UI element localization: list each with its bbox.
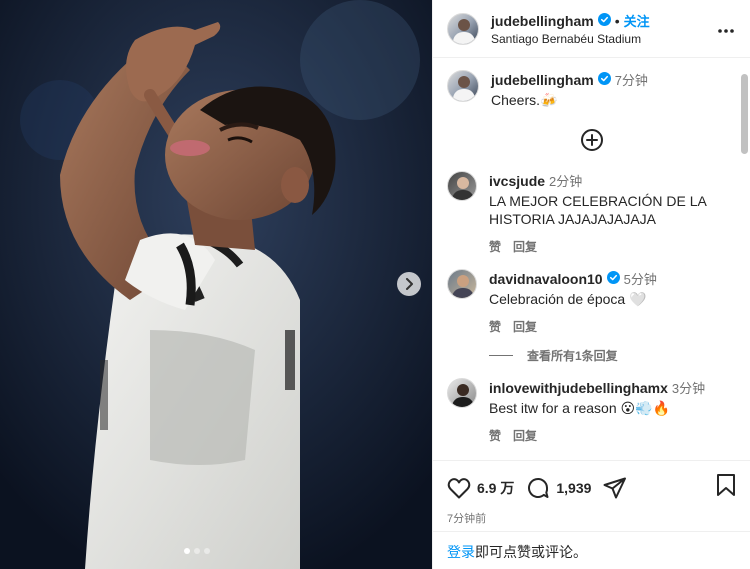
commenter-avatar[interactable]	[447, 171, 477, 201]
comment-time: 3分钟	[671, 381, 706, 396]
post-side-panel: judebellingham • 关注 Santiago Bernabéu St…	[432, 0, 750, 569]
comment-like-button[interactable]: 赞	[489, 427, 501, 444]
verified-badge-icon	[606, 271, 620, 287]
author-avatar[interactable]	[447, 12, 479, 45]
view-replies-button[interactable]: 查看所有1条回复	[489, 347, 736, 364]
comments-count[interactable]: 1,939	[556, 480, 591, 496]
comment-username[interactable]: inlovewithjudebellinghamx	[489, 380, 668, 396]
chevron-right-icon	[406, 278, 413, 290]
comment-like-button[interactable]: 赞	[489, 238, 501, 255]
heart-icon	[447, 477, 471, 498]
caption-text: Cheers.🍻	[491, 92, 558, 108]
save-button[interactable]	[716, 473, 736, 502]
follow-button[interactable]: 关注	[624, 11, 650, 30]
comment-reply-button[interactable]: 回复	[513, 238, 537, 255]
caption-time: 7分钟	[614, 73, 648, 88]
caption-username[interactable]: judebellingham	[491, 72, 594, 88]
replies-divider	[489, 355, 513, 356]
comment-time: 2分钟	[549, 174, 583, 189]
next-image-button[interactable]	[397, 272, 421, 296]
login-prompt-text: 即可点赞或评论。	[475, 544, 587, 560]
comment-reply-button[interactable]: 回复	[513, 318, 537, 335]
comment-button[interactable]	[526, 476, 550, 500]
login-link[interactable]: 登录	[447, 544, 475, 560]
comments-scrollbar[interactable]	[741, 74, 748, 154]
post-actions-bar: 6.9 万 1,939 7分钟前	[433, 460, 750, 526]
carousel-dot	[194, 548, 200, 554]
view-replies-label: 查看所有1条回复	[527, 349, 618, 363]
comment-text: LA MEJOR CELEBRACIÓN DE LA HISTORIA JAJA…	[489, 193, 707, 227]
share-button[interactable]	[603, 477, 627, 499]
comment-username[interactable]: davidnavaloon10	[489, 271, 603, 287]
carousel-dot	[184, 548, 190, 554]
commenter-avatar[interactable]	[447, 269, 477, 299]
load-more-comments-button[interactable]	[580, 129, 603, 151]
carousel-dots	[184, 548, 210, 554]
bookmark-icon	[717, 474, 735, 496]
post-header: judebellingham • 关注 Santiago Bernabéu St…	[433, 0, 750, 58]
plus-circle-icon	[585, 134, 598, 146]
author-avatar[interactable]	[447, 70, 479, 102]
comment-item: davidnavaloon10 5分钟 Celebración de época…	[447, 269, 736, 335]
comment-username[interactable]: ivcsjude	[489, 173, 545, 189]
post-timestamp[interactable]: 7分钟前	[447, 510, 736, 526]
commenter-avatar[interactable]	[447, 378, 477, 408]
like-button[interactable]	[447, 477, 471, 499]
verified-badge-icon	[597, 12, 611, 29]
comment-like-button[interactable]: 赞	[489, 318, 501, 335]
login-prompt: 登录即可点赞或评论。	[433, 531, 750, 569]
carousel-dot	[204, 548, 210, 554]
comment-text: Celebración de época 🤍	[489, 291, 647, 307]
separator-dot: •	[614, 12, 620, 29]
comment-item: inlovewithjudebellinghamx 3分钟 Best itw f…	[447, 378, 736, 444]
comment-bubble-icon	[528, 477, 549, 498]
post-location[interactable]: Santiago Bernabéu Stadium	[491, 32, 650, 46]
comment-text: Best itw for a reason 😮💨🔥	[489, 400, 670, 416]
post-caption: judebellingham 7分钟 Cheers.🍻	[447, 70, 736, 109]
comment-item: ivcsjude 2分钟 LA MEJOR CELEBRACIÓN DE LA …	[447, 171, 736, 255]
more-options-button[interactable]	[718, 20, 734, 38]
more-horizontal-icon	[718, 29, 734, 33]
comments-list[interactable]: judebellingham 7分钟 Cheers.🍻 ivcsjude 2分钟…	[433, 58, 750, 460]
post-media[interactable]	[0, 0, 432, 569]
comment-reply-button[interactable]: 回复	[513, 427, 537, 444]
comment-time: 5分钟	[623, 272, 657, 287]
post-photo	[0, 0, 432, 569]
author-username[interactable]: judebellingham	[491, 13, 594, 29]
likes-count[interactable]: 6.9 万	[477, 478, 514, 498]
paper-plane-icon	[603, 477, 627, 498]
verified-badge-icon	[597, 72, 611, 88]
